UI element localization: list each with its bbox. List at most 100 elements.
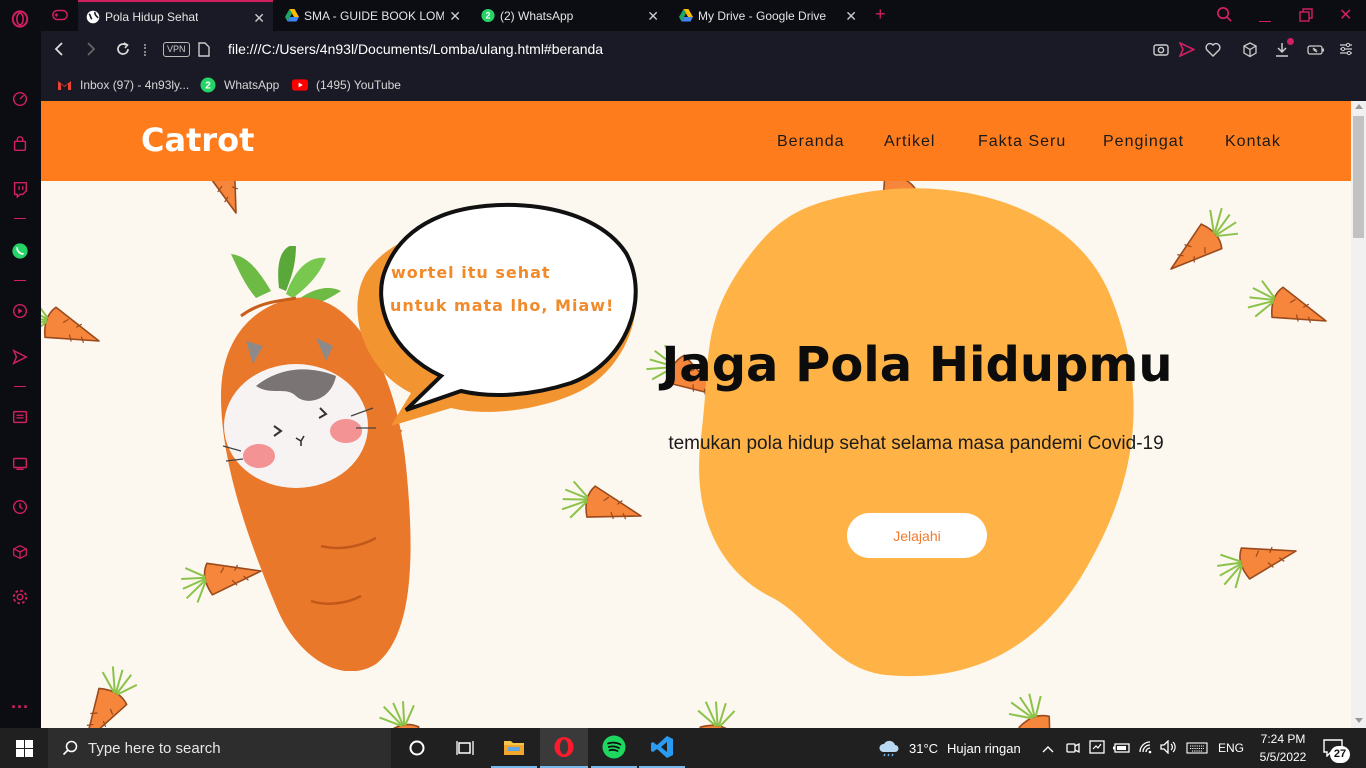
tabs-icon[interactable]	[9, 452, 31, 474]
site-navbar: Catrot Beranda Artikel Fakta Seru Pengin…	[41, 101, 1351, 181]
flow-send-icon[interactable]	[1178, 41, 1196, 62]
nav-kontak[interactable]: Kontak	[1225, 133, 1281, 151]
tab-title: (2) WhatsApp	[500, 8, 574, 23]
site-logo[interactable]: Catrot	[141, 121, 254, 159]
meet-now-icon[interactable]	[1066, 740, 1080, 760]
wifi-icon[interactable]	[1138, 740, 1154, 759]
shopping-bag-icon[interactable]	[9, 133, 31, 155]
scroll-up-arrow-icon[interactable]	[1355, 104, 1363, 109]
hero-subtitle: temukan pola hidup sehat selama masa pan…	[668, 433, 1164, 454]
more-icon[interactable]: ···	[9, 696, 31, 718]
vscode-icon[interactable]	[639, 728, 685, 768]
address-toolbar: VPN file:///C:/Users/4n93l/Documents/Lom…	[41, 31, 1366, 69]
history-icon[interactable]	[9, 496, 31, 518]
scroll-down-arrow-icon[interactable]	[1355, 718, 1363, 723]
file-explorer-icon[interactable]	[491, 728, 537, 768]
nav-pengingat[interactable]: Pengingat	[1103, 133, 1184, 151]
notification-count-badge: 27	[1330, 746, 1350, 763]
minimize-icon[interactable]	[1259, 6, 1271, 22]
close-window-icon[interactable]: ✕	[1339, 5, 1352, 25]
nav-artikel[interactable]: Artikel	[884, 133, 935, 151]
cortana-circle-icon[interactable]	[395, 728, 439, 768]
nav-beranda[interactable]: Beranda	[777, 133, 845, 151]
bookmarks-bar: Inbox (97) - 4n93ly... 2 WhatsApp (1495)…	[41, 69, 1366, 101]
tab-pola-hidup-sehat[interactable]: Pola Hidup Sehat ✕	[78, 0, 273, 31]
gmail-icon	[56, 77, 72, 93]
opera-taskbar-icon[interactable]	[540, 728, 588, 768]
snapshot-camera-icon[interactable]	[1153, 42, 1169, 61]
bookmark-gmail[interactable]: Inbox (97) - 4n93ly...	[56, 75, 189, 95]
jelajahi-button[interactable]: Jelajahi	[847, 513, 987, 558]
tab-guide-book[interactable]: SMA - GUIDE BOOK LOMBA ✕	[277, 0, 469, 31]
tab-whatsapp[interactable]: 2 (2) WhatsApp ✕	[475, 0, 667, 31]
whatsapp-icon: 2	[481, 8, 495, 23]
spotify-icon[interactable]	[591, 728, 637, 768]
google-drive-icon	[285, 9, 299, 23]
windows-taskbar: Type here to search 31°C Hujan ringan EN…	[0, 728, 1366, 768]
battery-saver-icon[interactable]	[1307, 43, 1325, 61]
close-tab-icon[interactable]: ✕	[253, 10, 265, 27]
vpn-badge[interactable]: VPN	[163, 42, 190, 57]
globe-icon	[86, 10, 100, 24]
bookmark-youtube[interactable]: (1495) YouTube	[292, 75, 401, 95]
close-tab-icon[interactable]: ✕	[449, 8, 461, 25]
taskbar-search-box[interactable]: Type here to search	[48, 728, 391, 768]
tab-title: SMA - GUIDE BOOK LOMBA	[304, 8, 444, 23]
whatsapp-sidebar-icon[interactable]	[9, 240, 31, 262]
clock-time[interactable]: 7:24 PM	[1253, 732, 1313, 746]
reload-icon[interactable]	[115, 41, 131, 62]
google-drive-icon	[679, 9, 693, 23]
bookmark-label: (1495) YouTube	[316, 78, 401, 92]
easy-setup-icon[interactable]	[1339, 42, 1353, 61]
search-icon	[62, 740, 78, 756]
svg-text:2: 2	[486, 11, 491, 21]
close-tab-icon[interactable]: ✕	[647, 8, 659, 25]
clock-date[interactable]: 5/5/2022	[1253, 750, 1313, 764]
keyboard-icon[interactable]	[1186, 741, 1208, 759]
settings-gear-icon[interactable]	[9, 586, 31, 608]
tray-app-icon[interactable]	[1089, 740, 1105, 760]
bookmark-label: Inbox (97) - 4n93ly...	[80, 78, 190, 92]
volume-icon[interactable]	[1160, 739, 1177, 759]
tab-title: My Drive - Google Drive	[698, 8, 827, 23]
opera-sidebar: ···	[0, 0, 41, 728]
restore-icon[interactable]	[1299, 8, 1313, 27]
language-indicator[interactable]: ENG	[1218, 741, 1244, 755]
forward-icon[interactable]	[85, 41, 97, 62]
workspace-gamepad-icon[interactable]	[51, 7, 69, 28]
speed-dial-grip-icon	[144, 44, 146, 56]
file-page-icon	[198, 42, 210, 62]
windows-start-icon[interactable]	[0, 728, 48, 768]
new-tab-plus-icon[interactable]: +	[875, 4, 886, 25]
show-hidden-icons-chevron-icon[interactable]	[1042, 741, 1054, 759]
heart-bookmark-icon[interactable]	[1205, 42, 1221, 62]
send-icon[interactable]	[9, 346, 31, 368]
url-field[interactable]: file:///C:/Users/4n93l/Documents/Lomba/u…	[228, 41, 603, 57]
whatsapp-unread-badge: 2	[205, 81, 211, 92]
speed-dial-icon[interactable]	[9, 88, 31, 110]
search-tabs-icon[interactable]	[1216, 6, 1233, 28]
speech-bubble-line-1: wortel itu sehat	[391, 263, 551, 282]
extensions-cube-icon[interactable]	[1242, 42, 1258, 63]
close-tab-icon[interactable]: ✕	[845, 8, 857, 25]
twitch-icon[interactable]	[9, 178, 31, 200]
back-icon[interactable]	[53, 41, 65, 62]
weather-cloud-icon[interactable]	[877, 739, 901, 762]
player-icon[interactable]	[9, 300, 31, 322]
bookmark-whatsapp[interactable]: 2 WhatsApp	[200, 75, 279, 95]
news-icon[interactable]	[9, 406, 31, 428]
weather-description[interactable]: Hujan ringan	[947, 741, 1021, 756]
webpage-viewport: wortel itu sehat untuk mata lho, Miaw! C…	[41, 101, 1351, 728]
extensions-icon[interactable]	[9, 541, 31, 563]
opera-logo-icon[interactable]	[9, 8, 31, 30]
page-scrollbar[interactable]	[1351, 101, 1366, 728]
weather-temperature[interactable]: 31°C	[909, 741, 938, 756]
task-view-icon[interactable]	[443, 728, 487, 768]
bookmark-label: WhatsApp	[224, 78, 280, 92]
battery-icon[interactable]	[1113, 741, 1131, 759]
scrollbar-thumb[interactable]	[1353, 116, 1364, 238]
tab-bar: Pola Hidup Sehat ✕ SMA - GUIDE BOOK LOMB…	[41, 0, 1366, 31]
nav-fakta-seru[interactable]: Fakta Seru	[978, 133, 1066, 151]
search-placeholder: Type here to search	[88, 739, 221, 757]
tab-my-drive[interactable]: My Drive - Google Drive ✕	[673, 0, 865, 31]
